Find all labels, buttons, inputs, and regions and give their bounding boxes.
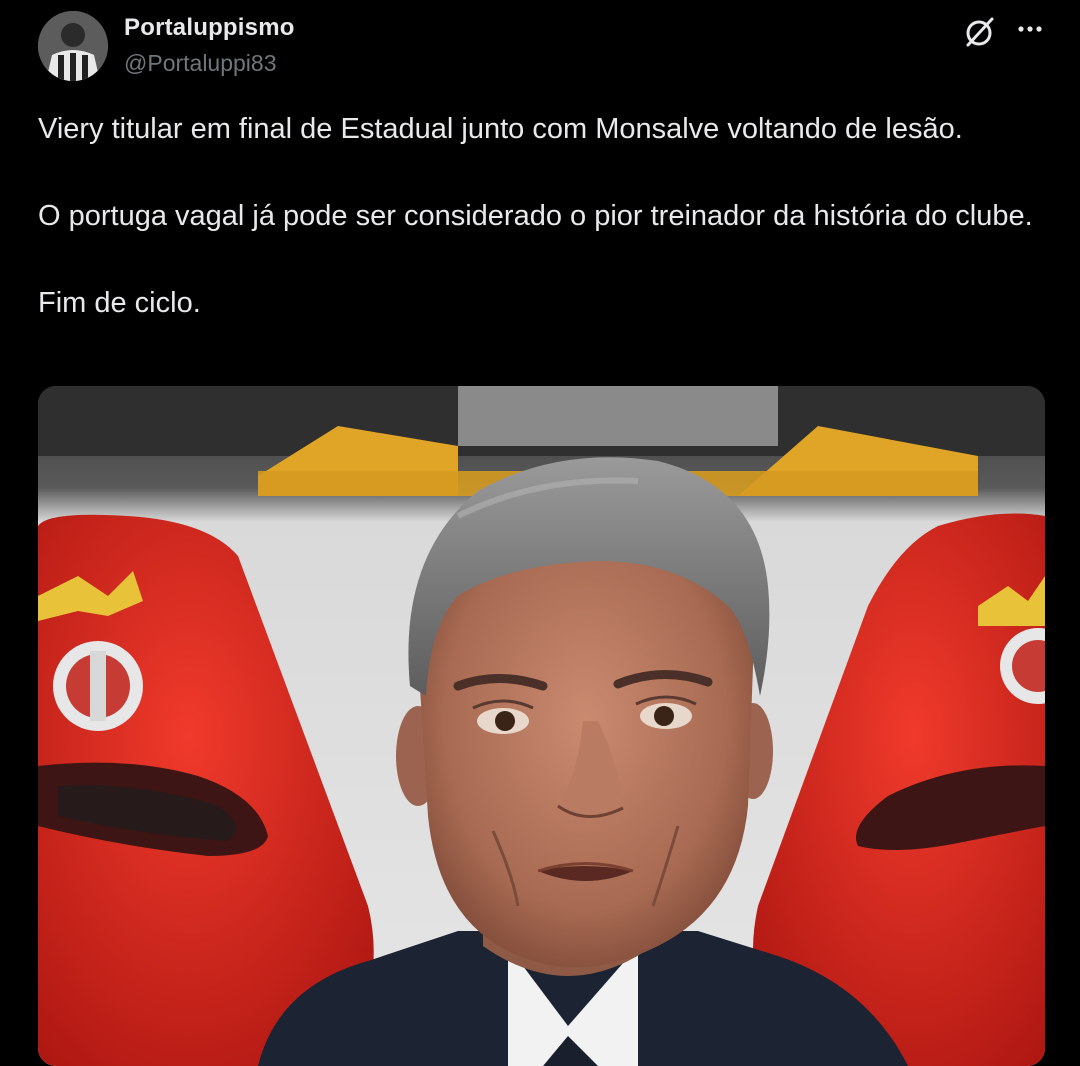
- user-handle[interactable]: @Portaluppi83: [124, 50, 277, 77]
- grok-icon[interactable]: [962, 14, 998, 50]
- tweet-line-1: Viery titular em final de Estadual junto…: [38, 113, 963, 145]
- tweet-line-3: Fim de ciclo.: [38, 287, 201, 319]
- coach-photo: [38, 386, 1045, 1066]
- tweet-media-image[interactable]: [38, 386, 1045, 1066]
- tweet-text: Viery titular em final de Estadual junto…: [38, 108, 1048, 324]
- more-horizontal-icon[interactable]: [1012, 14, 1048, 44]
- avatar[interactable]: [38, 11, 108, 81]
- tweet-post: Portaluppismo @Portaluppi83 Viery titula…: [0, 0, 1080, 1066]
- display-name[interactable]: Portaluppismo: [124, 14, 295, 42]
- tweet-line-2: O portuga vagal já pode ser considerado …: [38, 200, 1033, 232]
- profile-avatar-image: [38, 11, 108, 81]
